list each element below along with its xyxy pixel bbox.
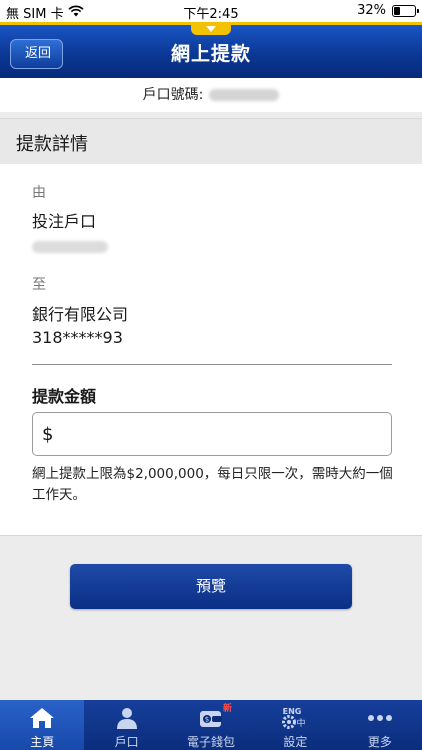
svg-text:ENG: ENG [283,707,302,716]
wallet-icon: $ [196,706,226,730]
to-label: 至 [32,277,46,293]
section-header: 提款詳情 [0,118,422,164]
bank-name: 銀行有限公司 [32,305,129,324]
from-account-number-redacted [32,241,108,253]
tab-account[interactable]: 戶口 [84,700,168,750]
pull-down-tab-icon[interactable] [191,22,231,35]
battery-icon [392,4,419,17]
status-bar: 無 SIM 卡 下午2:45 32% [0,0,422,22]
page-title: 網上提款 [170,43,251,65]
person-icon [112,706,142,730]
currency-symbol: $ [42,424,54,445]
svg-text:$: $ [205,716,209,724]
tab-ewallet-label: 電子錢包 [187,735,236,749]
preview-button[interactable]: 預覽 [70,564,352,609]
from-label: 由 [32,185,46,201]
tab-account-label: 戶口 [114,735,139,749]
account-number-label: 戶口號碼: [142,87,204,103]
home-icon [27,706,57,730]
tab-settings-label: 設定 [283,735,308,749]
tab-more-label: 更多 [367,735,392,749]
new-badge: 新 [223,704,233,714]
gear-icon: ENG 中 [280,706,310,730]
battery-percent: 32% [357,3,386,18]
amount-input[interactable] [61,419,381,449]
bottom-tab-bar: 主頁 戶口 $ 新 電子錢包 ENG 中 設定 更多 [0,700,422,750]
withdrawal-limit-note: 網上提款上限為$2,000,000，每日只限一次，需時大約一個工作天。 [32,466,393,503]
navigation-header: 返回 網上提款 [0,22,422,78]
tab-ewallet[interactable]: $ 新 電子錢包 [169,700,253,750]
tab-settings[interactable]: ENG 中 設定 [253,700,337,750]
svg-text:中: 中 [297,717,306,729]
tab-more[interactable]: 更多 [338,700,422,750]
section-title: 提款詳情 [16,134,88,155]
tab-home[interactable]: 主頁 [0,700,85,750]
amount-field[interactable]: $ [32,412,392,456]
bank-account-number: 318*****93 [32,328,123,347]
more-icon [365,706,395,730]
tab-home-label: 主頁 [30,735,55,749]
account-number-redacted [209,89,280,101]
withdrawal-details-card: 由 投注戶口 至 銀行有限公司 318*****93 提款金額 $ 網上提款上限… [0,164,422,536]
from-account-type: 投注戶口 [32,212,97,231]
amount-label: 提款金額 [32,387,97,406]
divider [32,364,392,365]
account-number-bar: 戶口號碼: [0,78,422,112]
